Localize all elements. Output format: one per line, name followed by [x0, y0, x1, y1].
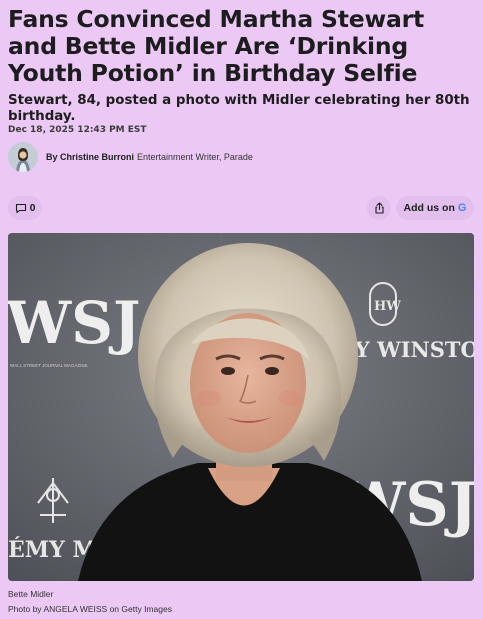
author-role: Entertainment Writer, Parade: [137, 152, 253, 162]
byline: By Christine Burroni Entertainment Writer…: [8, 142, 253, 172]
share-icon: [374, 202, 384, 214]
comment-count: 0: [29, 202, 36, 214]
share-button[interactable]: [367, 196, 391, 220]
caption-subject: Bette Midler: [8, 589, 54, 599]
backdrop-wsj-left: WSJ.: [8, 289, 156, 357]
photo-caption: Bette Midler Photo by ANGELA WEISS on Ge…: [8, 587, 172, 617]
article-subheadline: Stewart, 84, posted a photo with Midler …: [8, 93, 470, 124]
add-us-label: Add us on: [403, 202, 455, 214]
svg-text:HW: HW: [374, 299, 401, 314]
hero-photo[interactable]: WSJ. WALL STREET JOURNAL MAGAZINE HW RY …: [8, 233, 474, 581]
author-name-link[interactable]: By Christine Burroni: [46, 152, 134, 162]
add-us-on-google-button[interactable]: Add us on G: [396, 196, 474, 220]
backdrop-wsj-left-small: WALL STREET JOURNAL MAGAZINE: [10, 363, 88, 368]
comment-icon: [15, 203, 26, 213]
comments-button[interactable]: 0: [8, 196, 42, 220]
hero-photo-image: WSJ. WALL STREET JOURNAL MAGAZINE HW RY …: [8, 233, 474, 581]
article-actions: 0 Add us on G: [8, 196, 474, 220]
article-date: Dec 18, 2025 12:43 PM EST: [8, 125, 147, 135]
caption-credit: Photo by ANGELA WEISS on Getty Images: [8, 604, 172, 614]
google-icon: G: [457, 202, 467, 214]
article-header: Fans Convinced Martha Stewart and Bette …: [8, 5, 474, 614]
backdrop-winston: RY WINSTON: [338, 337, 474, 362]
article-headline: Fans Convinced Martha Stewart and Bette …: [8, 5, 425, 87]
author-avatar[interactable]: [8, 142, 38, 172]
